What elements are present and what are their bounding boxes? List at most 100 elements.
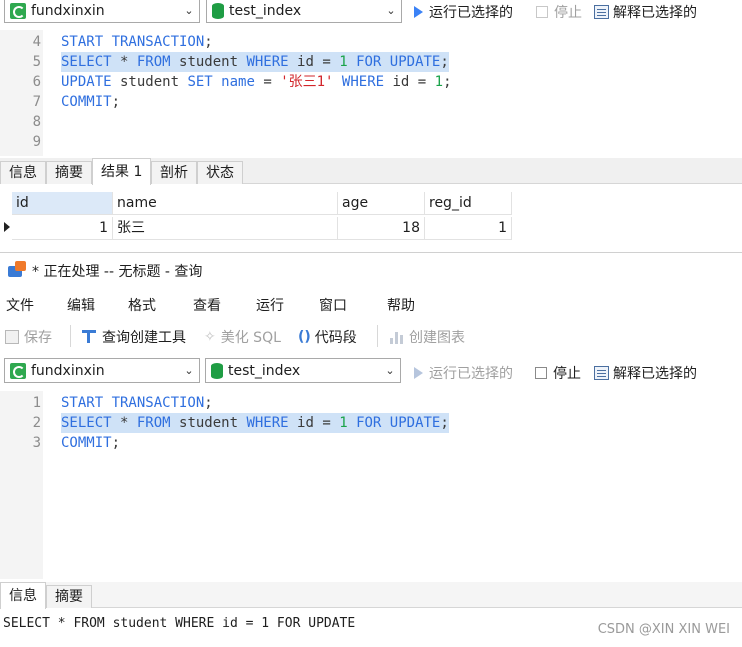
code-snippet-label: 代码段 [314, 330, 357, 346]
database-select[interactable]: test_index ⌄ [206, 0, 402, 23]
menu-view[interactable]: 查看 [193, 295, 221, 315]
table-cell[interactable]: 张三 [113, 217, 338, 240]
play-icon [414, 6, 423, 18]
line-number: 9 [32, 134, 41, 150]
code-text: UPDATE student SET name = '张三1' WHERE id… [61, 72, 452, 92]
connection-select[interactable]: fundxinxin ⌄ [4, 0, 200, 23]
tab-3[interactable]: 剖析 [151, 161, 197, 184]
code-token: student [111, 74, 188, 90]
code-text: START TRANSACTION; [61, 32, 213, 52]
query-builder-label: 查询创建工具 [102, 330, 186, 346]
menu-edit[interactable]: 编辑 [67, 295, 95, 315]
code-token: ; [111, 435, 121, 451]
connection-select[interactable]: fundxinxin ⌄ [4, 358, 200, 383]
menu-window[interactable]: 窗口 [319, 295, 347, 315]
save-button[interactable]: 保存 [5, 327, 52, 347]
query-toolbar: 保存 查询创建工具 ✧ 美化 SQL () 代码段 创建图表 [0, 320, 742, 352]
stop-button[interactable]: 停止 [535, 363, 581, 383]
column-header[interactable]: name [113, 192, 338, 215]
window-titlebar: * 正在处理 -- 无标题 - 查询 [0, 252, 742, 285]
tab-2[interactable]: 结果 1 [92, 158, 152, 185]
menu-file[interactable]: 文件 [6, 295, 34, 315]
code-token: * [111, 54, 137, 70]
save-icon [5, 330, 19, 344]
table-cell[interactable]: 18 [338, 217, 425, 240]
table-cell[interactable]: 1 [12, 217, 113, 240]
code-token: 1 [434, 74, 444, 90]
code-token: WHERE [341, 74, 385, 90]
menu-run[interactable]: 运行 [256, 295, 284, 315]
column-header[interactable]: reg_id [425, 192, 512, 215]
code-token: id = [288, 415, 340, 431]
save-label: 保存 [24, 330, 52, 346]
code-line[interactable]: 6 UPDATE student SET name = '张三1' WHERE i… [0, 72, 742, 92]
run-selected-button[interactable]: 运行已选择的 [414, 2, 513, 22]
code-text: COMMIT; [61, 92, 120, 112]
stop-button[interactable]: 停止 [536, 2, 582, 22]
line-number: 4 [32, 34, 41, 50]
code-snippet-button[interactable]: () 代码段 [298, 327, 357, 347]
chart-icon [390, 330, 403, 344]
sql-editor[interactable]: 4 START TRANSACTION; 5 SELECT * FROM studen… [0, 30, 742, 156]
code-token: '张三1' [280, 74, 334, 90]
create-chart-button[interactable]: 创建图表 [390, 327, 465, 347]
code-line[interactable]: 5 SELECT * FROM student WHERE id = 1 FOR … [0, 52, 742, 72]
explain-selected-button[interactable]: 解释已选择的 [594, 2, 697, 22]
database-select[interactable]: test_index ⌄ [205, 358, 401, 383]
code-token: * [111, 415, 137, 431]
chevron-down-icon: ⌄ [385, 364, 395, 377]
status-message: SELECT * FROM student WHERE id = 1 FOR U… [3, 616, 356, 631]
tab-1[interactable]: 摘要 [46, 585, 92, 608]
tab-0[interactable]: 信息 [0, 582, 46, 609]
query-builder-button[interactable]: 查询创建工具 [82, 327, 186, 347]
code-token: WHERE [246, 415, 289, 431]
code-token: FOR UPDATE [356, 54, 441, 70]
code-line[interactable]: 4 START TRANSACTION; [0, 32, 742, 52]
code-token: COMMIT [61, 94, 112, 110]
code-text: SELECT * FROM student WHERE id = 1 FOR U… [61, 52, 449, 72]
run-selected-button[interactable]: 运行已选择的 [414, 363, 513, 383]
explain-selected-label: 解释已选择的 [613, 366, 697, 382]
stop-label: 停止 [553, 366, 581, 382]
menu-help[interactable]: 帮助 [387, 295, 415, 315]
code-token: student [170, 415, 247, 431]
run-selected-label: 运行已选择的 [429, 366, 513, 382]
explain-selected-button[interactable]: 解释已选择的 [594, 363, 697, 383]
code-token: ; [440, 54, 449, 70]
tab-4[interactable]: 状态 [197, 161, 243, 184]
database-select-value: test_index [228, 362, 301, 379]
code-line[interactable]: 1 START TRANSACTION; [0, 393, 742, 413]
code-token: COMMIT [61, 435, 112, 451]
code-line[interactable]: 3 COMMIT; [0, 433, 742, 453]
code-text: COMMIT; [61, 433, 120, 453]
checkbox-icon [536, 6, 548, 18]
code-line[interactable]: 8 [0, 112, 742, 132]
code-token: WHERE [246, 54, 289, 70]
code-text: START TRANSACTION; [61, 393, 213, 413]
tab-0[interactable]: 信息 [0, 161, 46, 184]
result-grid[interactable]: id name age reg_id 1 张三 18 1 [0, 188, 742, 248]
result-tabbar: 信息 摘要 结果 1 剖析 状态 [0, 158, 742, 185]
table-cell[interactable]: 1 [425, 217, 512, 240]
code-token: student [170, 54, 247, 70]
run-selected-label: 运行已选择的 [429, 5, 513, 21]
query-builder-icon [82, 330, 96, 344]
beautify-sql-button[interactable]: ✧ 美化 SQL [204, 327, 281, 347]
beautify-label: 美化 SQL [220, 330, 281, 346]
database-icon [211, 362, 223, 379]
code-line[interactable]: 2 SELECT * FROM student WHERE id = 1 FOR … [0, 413, 742, 433]
code-token: name [221, 74, 255, 90]
code-token: ; [440, 415, 449, 431]
sql-editor[interactable]: 1 START TRANSACTION; 2 SELECT * FROM studen… [0, 391, 742, 579]
menu-format[interactable]: 格式 [128, 295, 156, 315]
code-token: FROM [136, 415, 171, 431]
column-header[interactable]: id [12, 192, 113, 215]
column-header[interactable]: age [338, 192, 425, 215]
code-line[interactable]: 7 COMMIT; [0, 92, 742, 112]
code-line[interactable]: 9 [0, 132, 742, 152]
line-number: 8 [32, 114, 41, 130]
checkbox-icon [535, 367, 547, 379]
tab-1[interactable]: 摘要 [46, 161, 92, 184]
menu-bar: 文件 编辑 格式 查看 运行 窗口 帮助 [0, 290, 742, 318]
